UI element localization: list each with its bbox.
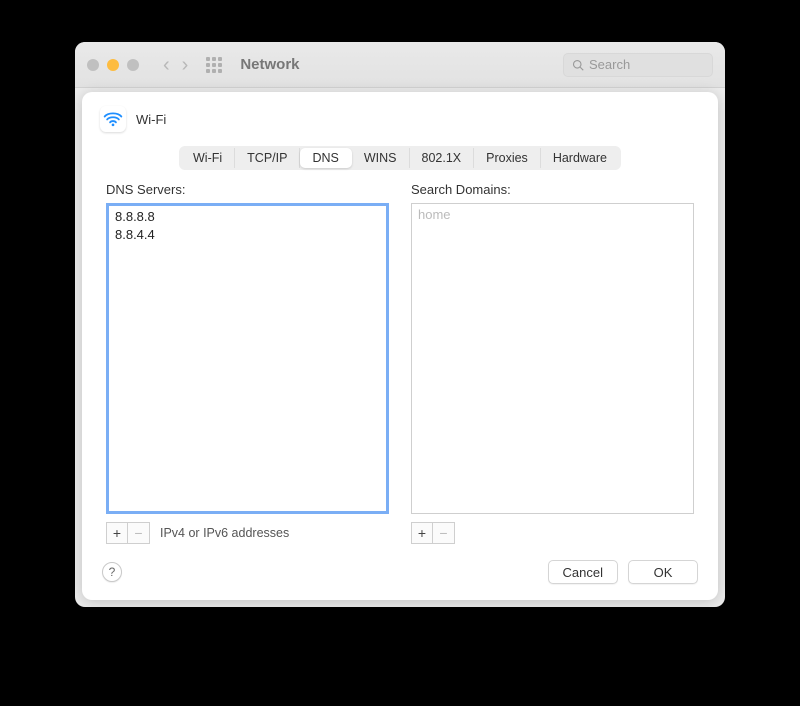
forward-button[interactable]: ›: [182, 55, 189, 75]
add-search-domain-button[interactable]: +: [411, 522, 433, 544]
show-all-icon[interactable]: [206, 57, 222, 73]
ok-button[interactable]: OK: [628, 560, 698, 584]
help-button[interactable]: ?: [102, 562, 122, 582]
dns-servers-list[interactable]: 8.8.8.8 8.8.4.4: [106, 203, 389, 514]
settings-sheet: Wi-Fi Wi-Fi TCP/IP DNS WINS 802.1X Proxi…: [82, 92, 718, 600]
preferences-window: ‹ › Network Search Wi-Fi Wi-: [75, 42, 725, 607]
list-item[interactable]: 8.8.8.8: [115, 208, 380, 226]
search-domains-list[interactable]: home: [411, 203, 694, 514]
nav-arrows: ‹ ›: [163, 55, 188, 75]
tab-8021x[interactable]: 802.1X: [410, 148, 475, 168]
search-domains-label: Search Domains:: [411, 182, 694, 197]
search-icon: [572, 59, 584, 71]
tab-dns[interactable]: DNS: [300, 148, 351, 168]
search-placeholder: Search: [589, 57, 630, 72]
search-input[interactable]: Search: [563, 53, 713, 77]
remove-dns-button[interactable]: −: [128, 522, 150, 544]
window-title: Network: [240, 56, 299, 73]
dns-servers-column: DNS Servers: 8.8.8.8 8.8.4.4 + − IPv4 or…: [106, 182, 389, 544]
search-domains-placeholder: home: [412, 204, 693, 226]
wifi-icon: [100, 106, 126, 132]
tab-wifi[interactable]: Wi-Fi: [181, 148, 235, 168]
sheet-footer: ? Cancel OK: [82, 544, 718, 600]
remove-search-domain-button[interactable]: −: [433, 522, 455, 544]
minimize-window-icon[interactable]: [107, 59, 119, 71]
back-button[interactable]: ‹: [163, 55, 170, 75]
dns-hint: IPv4 or IPv6 addresses: [160, 526, 289, 540]
window-controls: [87, 59, 139, 71]
search-domains-column: Search Domains: home + −: [411, 182, 694, 544]
search-domains-controls: + −: [411, 522, 694, 544]
tab-proxies[interactable]: Proxies: [474, 148, 541, 168]
list-item[interactable]: 8.8.4.4: [115, 226, 380, 244]
add-dns-button[interactable]: +: [106, 522, 128, 544]
tab-hardware[interactable]: Hardware: [541, 148, 619, 168]
tab-tcpip[interactable]: TCP/IP: [235, 148, 300, 168]
dns-list-controls: + − IPv4 or IPv6 addresses: [106, 522, 389, 544]
sheet-header: Wi-Fi: [82, 92, 718, 136]
dns-servers-label: DNS Servers:: [106, 182, 389, 197]
interface-label: Wi-Fi: [136, 112, 166, 127]
titlebar: ‹ › Network Search: [75, 42, 725, 88]
content-area: DNS Servers: 8.8.8.8 8.8.4.4 + − IPv4 or…: [82, 182, 718, 544]
tab-wins[interactable]: WINS: [352, 148, 410, 168]
zoom-window-icon[interactable]: [127, 59, 139, 71]
tab-bar: Wi-Fi TCP/IP DNS WINS 802.1X Proxies Har…: [179, 146, 621, 170]
cancel-button[interactable]: Cancel: [548, 560, 618, 584]
close-window-icon[interactable]: [87, 59, 99, 71]
